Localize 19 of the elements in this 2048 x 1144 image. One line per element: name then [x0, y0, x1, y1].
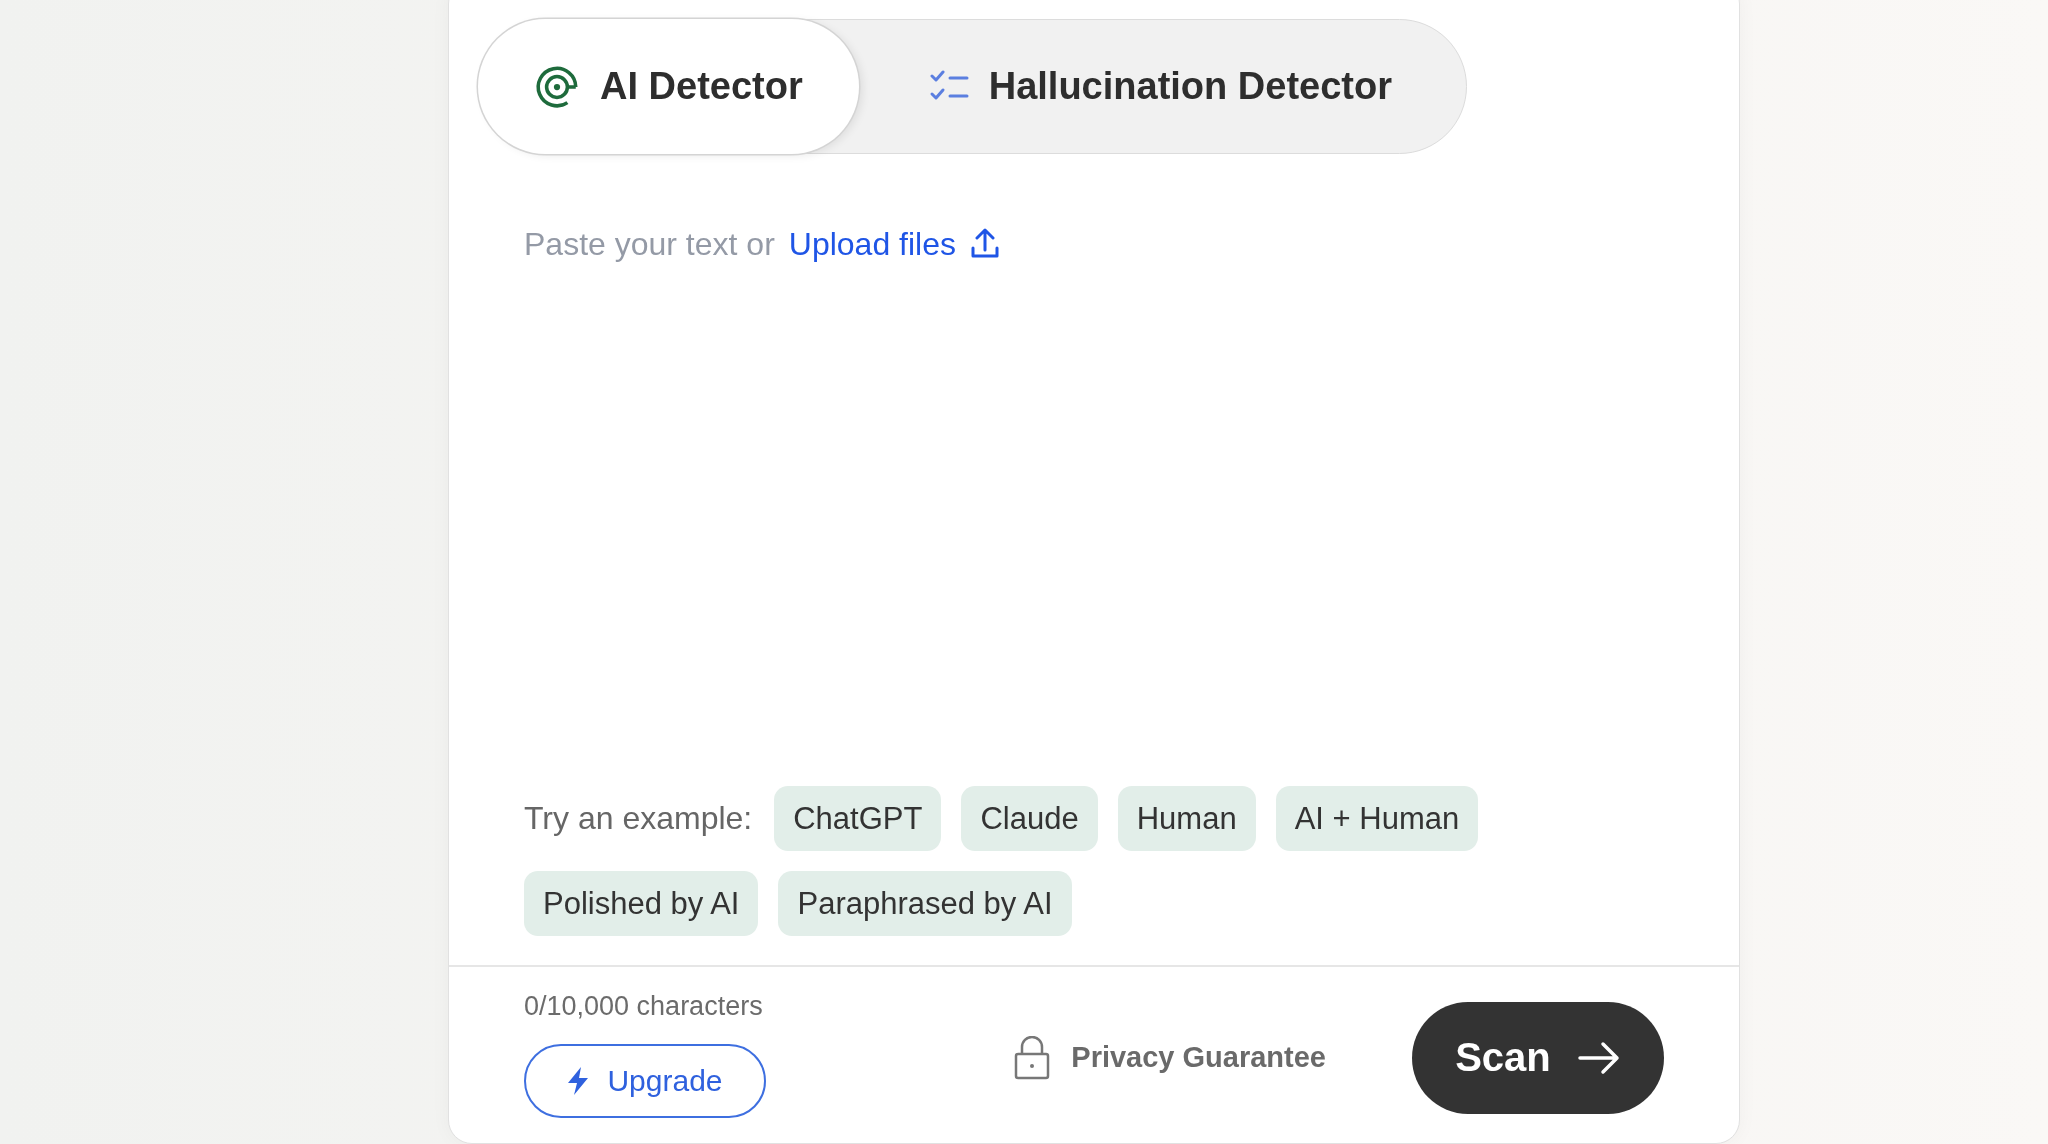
- arrow-right-icon: [1576, 1040, 1621, 1075]
- character-count: 0/10,000 characters: [524, 991, 764, 1022]
- examples-label: Try an example:: [524, 800, 753, 837]
- example-chip[interactable]: Claude: [961, 786, 1098, 851]
- example-chip[interactable]: Human: [1117, 786, 1256, 851]
- lock-icon: [1013, 1035, 1052, 1080]
- example-chip[interactable]: Polished by AI: [524, 871, 759, 936]
- privacy-guarantee-text: Privacy Guarantee: [1071, 1041, 1326, 1074]
- scan-button[interactable]: Scan: [1412, 1001, 1664, 1114]
- tab[interactable]: AI Detector: [478, 19, 859, 154]
- lightning-icon: [567, 1066, 590, 1096]
- example-chip[interactable]: Paraphrased by AI: [778, 871, 1072, 936]
- example-chip[interactable]: ChatGPT: [774, 786, 942, 851]
- example-chip[interactable]: AI + Human: [1275, 786, 1479, 851]
- placeholder-text: Paste your text or: [524, 225, 775, 263]
- upgrade-button[interactable]: Upgrade: [524, 1044, 766, 1118]
- upload-icon: [970, 228, 1000, 260]
- upload-files-link[interactable]: Upload files: [788, 225, 1000, 263]
- tab[interactable]: Hallucination Detector: [858, 19, 1448, 154]
